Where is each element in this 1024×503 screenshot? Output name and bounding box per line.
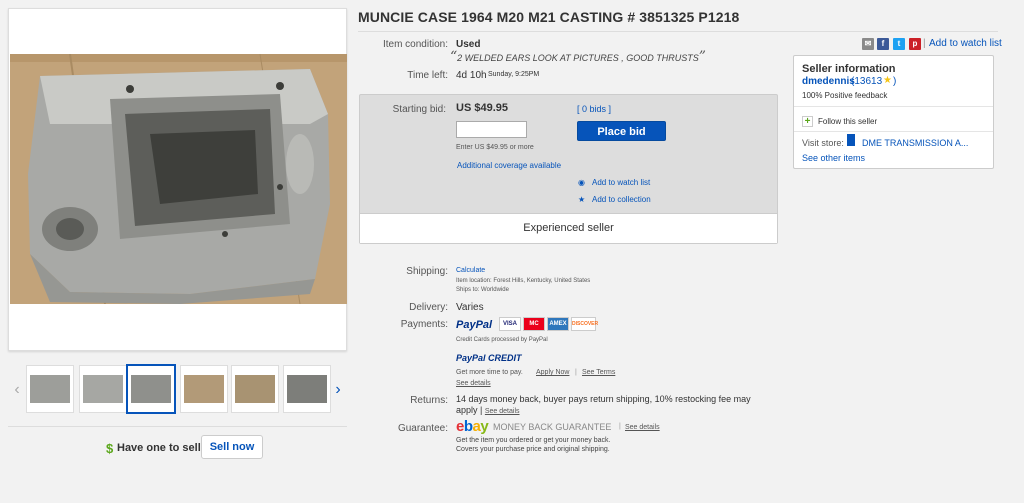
divider [794,131,993,132]
visit-store-label: Visit store: [802,138,844,148]
amex-card-icon: AMEX [547,317,569,331]
place-bid-button[interactable]: Place bid [577,121,666,141]
guarantee-see-details-link[interactable]: See details [625,424,660,431]
item-location: Item location: Forest Hills, Kentucky, U… [456,278,591,284]
returns-see-details-link[interactable]: See details [485,408,520,415]
share-watch-link[interactable]: Add to watch list [929,38,1002,49]
guarantee-line-1: Get the item you ordered or get your mon… [456,437,611,444]
seller-heading: Seller information [802,63,896,75]
ships-to: Ships to: Worldwide [456,287,509,293]
thumbnail[interactable] [231,365,279,413]
bid-box: Starting bid: US $49.95 [ 0 bids ] Place… [359,94,778,244]
starting-bid-price: US $49.95 [456,102,508,114]
condition-text: 2 WELDED EARS LOOK AT PICTURES , GOOD TH… [457,53,699,63]
paypal-credit-text: Get more time to pay. [456,369,523,376]
sell-row: $ Have one to sell? Sell now [8,426,347,466]
time-left-value: 4d 10h [456,70,487,81]
main-image-frame[interactable] [8,8,347,351]
separator: | [923,38,926,49]
paypal-logo: PayPal [456,319,493,331]
mastercard-icon: MC [523,317,545,331]
experienced-seller-banner: Experienced seller [360,213,777,243]
dollar-icon: $ [106,441,114,456]
star-icon[interactable]: ★ [578,195,585,204]
add-to-collection-link[interactable]: Add to collection [592,195,651,204]
thumbnail-strip: ‹ › [8,362,347,418]
time-left-label: Time left: [407,70,448,81]
payments-see-details-link[interactable]: See details [456,380,491,387]
bid-amount-input[interactable] [456,121,527,138]
guarantee-line-2: Covers your purchase price and original … [456,446,610,453]
calculate-link[interactable]: Calculate [456,267,485,274]
payments-label: Payments: [400,319,448,330]
thumbnail[interactable] [180,365,228,413]
guarantee-label: Guarantee: [397,423,448,434]
store-name-link[interactable]: DME TRANSMISSION A... [862,138,968,148]
sell-now-button[interactable]: Sell now [201,435,263,459]
facebook-icon[interactable]: f [877,38,889,50]
delivery-value: Varies [456,302,484,313]
follow-seller-link[interactable]: Follow this seller [818,117,877,126]
plus-icon[interactable]: + [802,116,813,127]
star-icon: ★ [883,75,892,86]
feedback-count[interactable]: (13613 [851,76,882,87]
item-title: MUNCIE CASE 1964 M20 M21 CASTING # 38513… [358,9,740,25]
divider [794,106,993,107]
returns-policy: 14 days money back, buyer pays return sh… [456,394,766,417]
money-back-guarantee: MONEY BACK GUARANTEE [493,422,612,432]
twitter-icon[interactable]: t [893,38,905,50]
quote-close-icon: ” [698,49,706,65]
ebay-logo: ebay [456,418,489,435]
delivery-label: Delivery: [409,302,448,313]
chevron-left-icon[interactable]: ‹ [10,380,24,400]
email-icon[interactable]: ✉ [862,38,874,50]
returns-label: Returns: [410,395,448,406]
sell-prompt: Have one to sell? [117,442,208,454]
bid-hint: Enter US $49.95 or more [456,144,534,151]
seller-info-box: Seller information dmedennis (13613 ★ ) … [793,55,994,169]
shipping-label: Shipping: [406,266,448,277]
positive-feedback: 100% Positive feedback [802,91,888,100]
thumbnail[interactable] [79,365,127,413]
bids-count-link[interactable]: [ 0 bids ] [577,104,611,114]
separator: | [619,423,621,430]
condition-description: “2 WELDED EARS LOOK AT PICTURES , GOOD T… [450,49,706,65]
discover-card-icon: DISCOVER [571,317,598,331]
paypal-credit-logo: PayPal CREDIT [456,353,522,363]
separator: | [575,369,577,376]
thumbnail[interactable] [283,365,331,413]
thumbnail[interactable] [26,365,74,413]
main-product-photo[interactable] [10,54,347,304]
store-icon[interactable] [847,134,855,146]
thumbnail-active[interactable] [126,364,176,414]
starting-bid-label: Starting bid: [392,104,446,115]
see-other-items-link[interactable]: See other items [802,153,865,163]
seller-name-link[interactable]: dmedennis [802,76,855,87]
pinterest-icon[interactable]: p [909,38,921,50]
see-terms-link[interactable]: See Terms [582,369,615,376]
credit-cards-processed: Credit Cards processed by PayPal [456,337,548,343]
visa-card-icon: VISA [499,317,521,331]
eye-icon[interactable]: ◉ [578,178,585,187]
condition-label: Item condition: [382,39,448,50]
chevron-right-icon[interactable]: › [331,380,345,400]
apply-now-link[interactable]: Apply Now [536,369,569,376]
divider [358,31,998,32]
additional-coverage-link[interactable]: Additional coverage available [457,161,561,170]
feedback-close: ) [893,76,897,87]
time-left-detail: Sunday, 9:25PM [488,71,540,78]
transmission-case-image [10,54,347,304]
add-to-watch-list-link[interactable]: Add to watch list [592,178,650,187]
